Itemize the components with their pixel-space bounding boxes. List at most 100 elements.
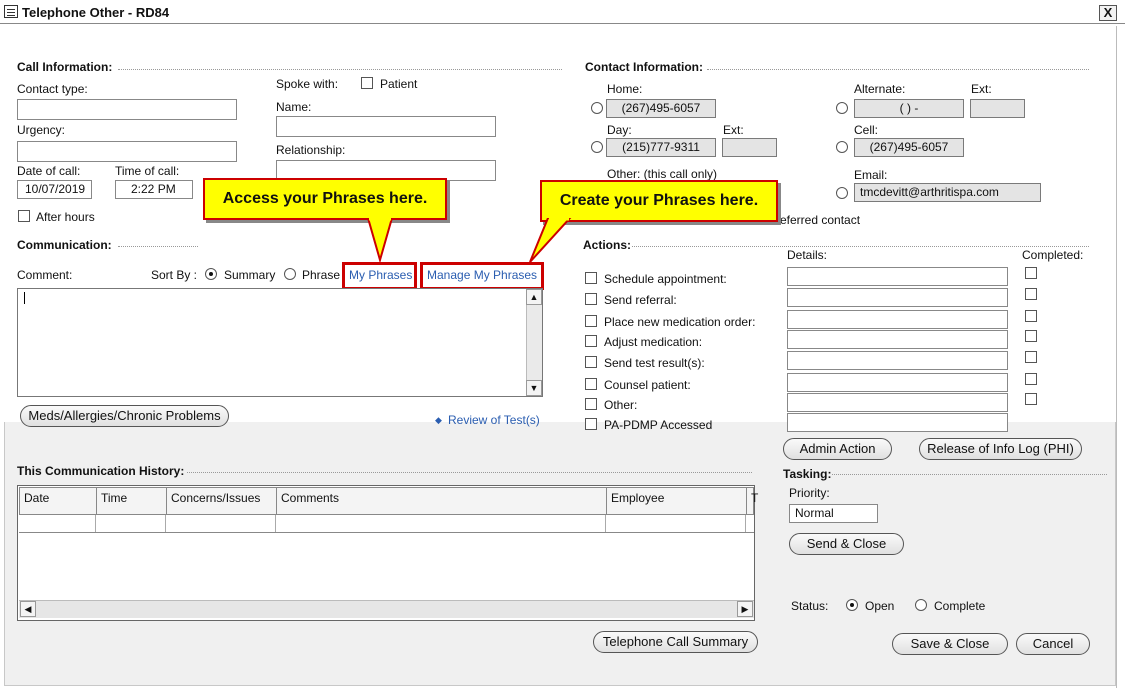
- arrow-left-icon[interactable]: ◀: [20, 601, 36, 617]
- contact-type-field[interactable]: [17, 99, 237, 120]
- column-header-comments[interactable]: Comments: [277, 488, 607, 514]
- relationship-label: Relationship:: [276, 143, 346, 157]
- action-completed-checkbox[interactable]: [1025, 393, 1037, 405]
- table-row[interactable]: [19, 515, 754, 533]
- action-checkbox[interactable]: [585, 418, 597, 430]
- release-info-log-button[interactable]: Release of Info Log (PHI): [919, 438, 1082, 460]
- day-ext-field[interactable]: [722, 138, 777, 157]
- divider: [187, 472, 752, 473]
- tasking-heading: Tasking:: [783, 467, 832, 481]
- details-label: Details:: [787, 248, 828, 262]
- arrow-down-icon[interactable]: ▼: [526, 380, 542, 396]
- send-close-button[interactable]: Send & Close: [789, 533, 904, 555]
- close-button[interactable]: X: [1099, 5, 1117, 21]
- day-radio[interactable]: [591, 141, 603, 153]
- admin-action-button[interactable]: Admin Action: [783, 438, 892, 460]
- day-phone[interactable]: (215)777-9311: [606, 138, 716, 157]
- action-label: Adjust medication:: [604, 335, 703, 349]
- action-details-field[interactable]: [787, 310, 1008, 329]
- column-header-concerns[interactable]: Concerns/Issues: [167, 488, 277, 514]
- manage-phrases-link[interactable]: Manage My Phrases: [427, 268, 537, 282]
- action-details-field[interactable]: [787, 267, 1008, 286]
- status-open-radio[interactable]: [846, 599, 858, 611]
- status-complete-radio[interactable]: [915, 599, 927, 611]
- cell-phone[interactable]: (267)495-6057: [854, 138, 964, 157]
- communication-heading: Communication:: [17, 238, 112, 252]
- alternate-radio[interactable]: [836, 102, 848, 114]
- priority-field[interactable]: Normal: [789, 504, 878, 523]
- action-checkbox[interactable]: [585, 398, 597, 410]
- email-label: Email:: [854, 168, 888, 182]
- email-radio[interactable]: [836, 187, 848, 199]
- day-ext-label: Ext:: [723, 123, 744, 137]
- action-checkbox[interactable]: [585, 293, 597, 305]
- contact-type-label: Contact type:: [17, 82, 88, 96]
- status-label: Status:: [791, 599, 829, 613]
- patient-label: Patient: [380, 77, 418, 91]
- priority-label: Priority:: [789, 486, 830, 500]
- text-cursor: [24, 292, 25, 304]
- action-checkbox[interactable]: [585, 356, 597, 368]
- call-info-heading: Call Information:: [17, 60, 113, 74]
- after-hours-checkbox[interactable]: [18, 210, 30, 222]
- patient-checkbox[interactable]: [361, 77, 373, 89]
- action-completed-checkbox[interactable]: [1025, 330, 1037, 342]
- action-checkbox[interactable]: [585, 378, 597, 390]
- column-header-time[interactable]: Time: [97, 488, 167, 514]
- phrase-radio[interactable]: [284, 268, 296, 280]
- action-completed-checkbox[interactable]: [1025, 267, 1037, 279]
- arrow-up-icon[interactable]: ▲: [526, 289, 542, 305]
- action-details-field[interactable]: [787, 288, 1008, 307]
- other-label: Other: (this call only): [607, 167, 718, 181]
- actions-heading: Actions:: [583, 238, 631, 252]
- form-icon: [4, 5, 18, 18]
- date-field[interactable]: 10/07/2019: [17, 180, 92, 199]
- cancel-button[interactable]: Cancel: [1016, 633, 1090, 655]
- action-details-field[interactable]: [787, 373, 1008, 392]
- action-details-field[interactable]: [787, 330, 1008, 349]
- column-header-type[interactable]: T: [747, 488, 758, 514]
- contact-info-heading: Contact Information:: [585, 60, 703, 74]
- history-hscrollbar[interactable]: [19, 600, 754, 618]
- action-completed-checkbox[interactable]: [1025, 351, 1037, 363]
- action-label: Send referral:: [604, 293, 677, 307]
- sort-by-label: Sort By :: [151, 268, 198, 282]
- action-checkbox[interactable]: [585, 272, 597, 284]
- column-header-date[interactable]: Date: [20, 488, 97, 514]
- summary-radio[interactable]: [205, 268, 217, 280]
- save-close-button[interactable]: Save & Close: [892, 633, 1008, 655]
- action-checkbox[interactable]: [585, 315, 597, 327]
- arrow-right-icon[interactable]: ▶: [737, 601, 753, 617]
- time-field[interactable]: 2:22 PM: [115, 180, 193, 199]
- column-header-employee[interactable]: Employee: [607, 488, 747, 514]
- urgency-field[interactable]: [17, 141, 237, 162]
- action-checkbox[interactable]: [585, 335, 597, 347]
- action-completed-checkbox[interactable]: [1025, 288, 1037, 300]
- table-cell: [96, 515, 166, 532]
- meds-allergies-button[interactable]: Meds/Allergies/Chronic Problems: [20, 405, 229, 427]
- action-details-field[interactable]: [787, 393, 1008, 412]
- alternate-phone[interactable]: ( ) -: [854, 99, 964, 118]
- home-radio[interactable]: [591, 102, 603, 114]
- my-phrases-link[interactable]: My Phrases: [349, 268, 412, 282]
- action-label: Counsel patient:: [604, 378, 691, 392]
- action-label: Schedule appointment:: [604, 272, 727, 286]
- status-open-label: Open: [865, 599, 895, 613]
- action-completed-checkbox[interactable]: [1025, 373, 1037, 385]
- table-cell: [606, 515, 746, 532]
- email-field[interactable]: tmcdevitt@arthritispa.com: [854, 183, 1041, 202]
- name-field[interactable]: [276, 116, 496, 137]
- telephone-call-summary-button[interactable]: Telephone Call Summary: [593, 631, 758, 653]
- status-complete-label: Complete: [934, 599, 986, 613]
- comment-textarea[interactable]: [17, 288, 543, 397]
- action-details-field[interactable]: [787, 413, 1008, 432]
- comment-label: Comment:: [17, 268, 73, 282]
- action-details-field[interactable]: [787, 351, 1008, 370]
- home-phone[interactable]: (267)495-6057: [606, 99, 716, 118]
- review-tests-link[interactable]: Review of Test(s): [448, 413, 540, 427]
- cell-radio[interactable]: [836, 141, 848, 153]
- action-completed-checkbox[interactable]: [1025, 310, 1037, 322]
- alt-ext-field[interactable]: [970, 99, 1025, 118]
- divider: [707, 69, 1089, 70]
- window-title: Telephone Other - RD84: [22, 5, 170, 20]
